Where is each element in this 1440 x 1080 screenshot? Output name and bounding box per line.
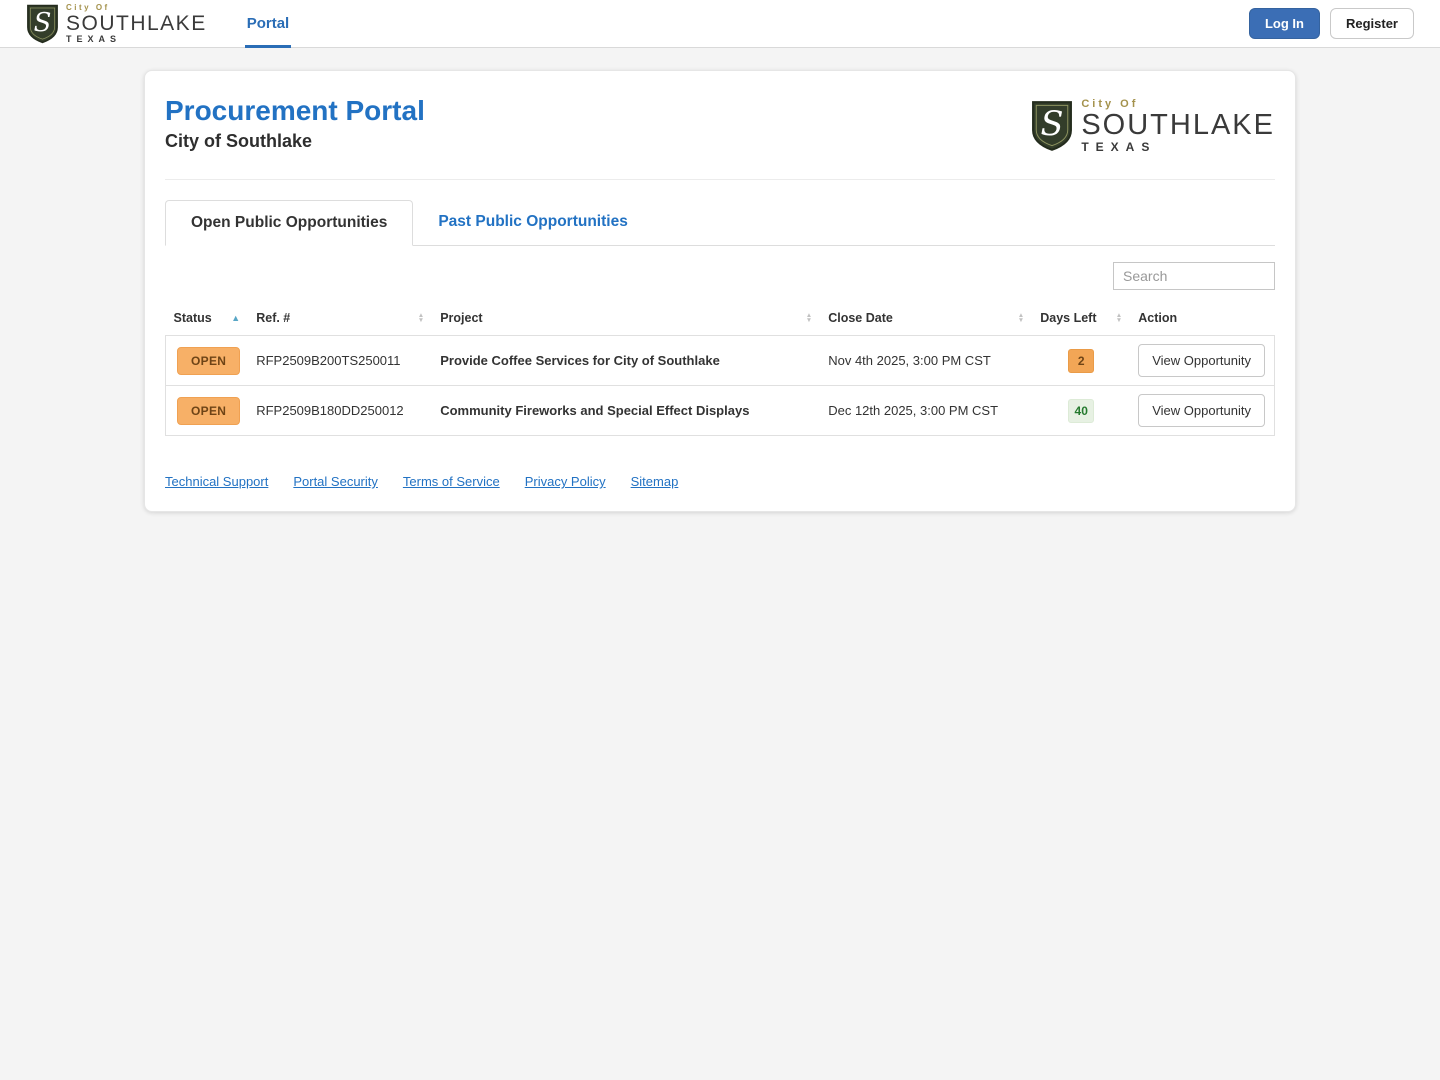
- view-opportunity-button[interactable]: View Opportunity: [1138, 344, 1265, 377]
- brand-state: TEXAS: [66, 33, 122, 44]
- svg-text:S: S: [34, 8, 52, 38]
- link-terms-of-service[interactable]: Terms of Service: [403, 474, 500, 489]
- link-portal-security[interactable]: Portal Security: [293, 474, 378, 489]
- ref-number: RFP2509B180DD250012: [248, 385, 433, 436]
- column-header-project[interactable]: Project ▲ ▼: [432, 302, 820, 336]
- top-navigation: Portal: [244, 0, 292, 48]
- sort-icon: ▲ ▼: [417, 311, 425, 324]
- days-left-badge: 40: [1068, 398, 1095, 423]
- tab-past-public-opportunities[interactable]: Past Public Opportunities: [413, 200, 652, 245]
- brand-state: TEXAS: [1081, 140, 1157, 154]
- project-name: Provide Coffee Services for City of Sout…: [432, 335, 821, 386]
- sort-ascending-icon: ▲: [231, 312, 241, 323]
- opportunities-table: Status ▲ Ref. # ▲ ▼ Project ▲ ▼ Close Date…: [165, 302, 1276, 436]
- card-brand-logo: S City Of SOUTHLAKE TEXAS: [1031, 99, 1275, 153]
- page-title: Procurement Portal: [165, 95, 425, 126]
- card-footer-links: Technical Support Portal Security Terms …: [165, 474, 1275, 489]
- column-header-close-date[interactable]: Close Date ▲ ▼: [820, 302, 1032, 336]
- sort-icon: ▲ ▼: [1017, 311, 1025, 324]
- column-header-status[interactable]: Status ▲: [166, 302, 249, 336]
- ref-number: RFP2509B200TS250011: [248, 335, 433, 386]
- login-button[interactable]: Log In: [1248, 8, 1320, 39]
- view-opportunity-button[interactable]: View Opportunity: [1138, 394, 1265, 427]
- link-technical-support[interactable]: Technical Support: [165, 474, 268, 489]
- days-left-badge: 2: [1068, 348, 1095, 373]
- table-header-row: Status ▲ Ref. # ▲ ▼ Project ▲ ▼ Close Date…: [166, 302, 1275, 336]
- svg-text:S: S: [1041, 104, 1064, 143]
- southlake-shield-icon: S: [1031, 100, 1073, 152]
- link-privacy-policy[interactable]: Privacy Policy: [525, 474, 606, 489]
- navbar-brand-logo[interactable]: S City Of SOUTHLAKE TEXAS: [26, 2, 207, 44]
- search-row: [165, 262, 1275, 290]
- column-header-days-left[interactable]: Days Left ▲ ▼: [1032, 302, 1130, 336]
- topbar-actions: Log In Register: [1248, 8, 1414, 39]
- brand-name: SOUTHLAKE: [66, 11, 207, 35]
- close-date: Nov 4th 2025, 3:00 PM CST: [820, 335, 1033, 386]
- brand-wordmark: City Of SOUTHLAKE TEXAS: [1081, 99, 1275, 154]
- southlake-shield-icon: S: [26, 4, 59, 44]
- status-badge: OPEN: [177, 346, 241, 375]
- link-sitemap[interactable]: Sitemap: [631, 474, 679, 489]
- procurement-portal-card: Procurement Portal City of Southlake S C…: [144, 70, 1296, 512]
- brand-wordmark: City Of SOUTHLAKE TEXAS: [66, 2, 207, 44]
- nav-item-portal[interactable]: Portal: [244, 0, 292, 48]
- brand-city-of: City Of: [66, 2, 110, 12]
- sort-icon: ▲ ▼: [805, 311, 813, 324]
- close-date: Dec 12th 2025, 3:00 PM CST: [820, 385, 1033, 436]
- page-subtitle: City of Southlake: [165, 131, 313, 152]
- search-input[interactable]: [1113, 262, 1275, 290]
- sort-icon: ▲ ▼: [1115, 311, 1123, 324]
- card-header: Procurement Portal City of Southlake S C…: [165, 91, 1275, 180]
- table-row: OPEN RFP2509B180DD250012 Community Firew…: [165, 385, 1276, 436]
- table-row: OPEN RFP2509B200TS250011 Provide Coffee …: [165, 335, 1276, 386]
- tab-open-public-opportunities[interactable]: Open Public Opportunities: [165, 200, 414, 246]
- column-header-action: Action: [1138, 311, 1178, 325]
- title-block: Procurement Portal City of Southlake: [165, 95, 425, 152]
- project-name: Community Fireworks and Special Effect D…: [432, 385, 821, 436]
- column-header-ref[interactable]: Ref. # ▲ ▼: [248, 302, 432, 336]
- opportunities-tabs: Open Public Opportunities Past Public Op…: [165, 200, 1275, 246]
- register-button[interactable]: Register: [1329, 8, 1414, 39]
- status-badge: OPEN: [177, 396, 241, 425]
- top-navbar: S City Of SOUTHLAKE TEXAS Portal Log In …: [0, 0, 1440, 48]
- brand-name: SOUTHLAKE: [1081, 109, 1275, 141]
